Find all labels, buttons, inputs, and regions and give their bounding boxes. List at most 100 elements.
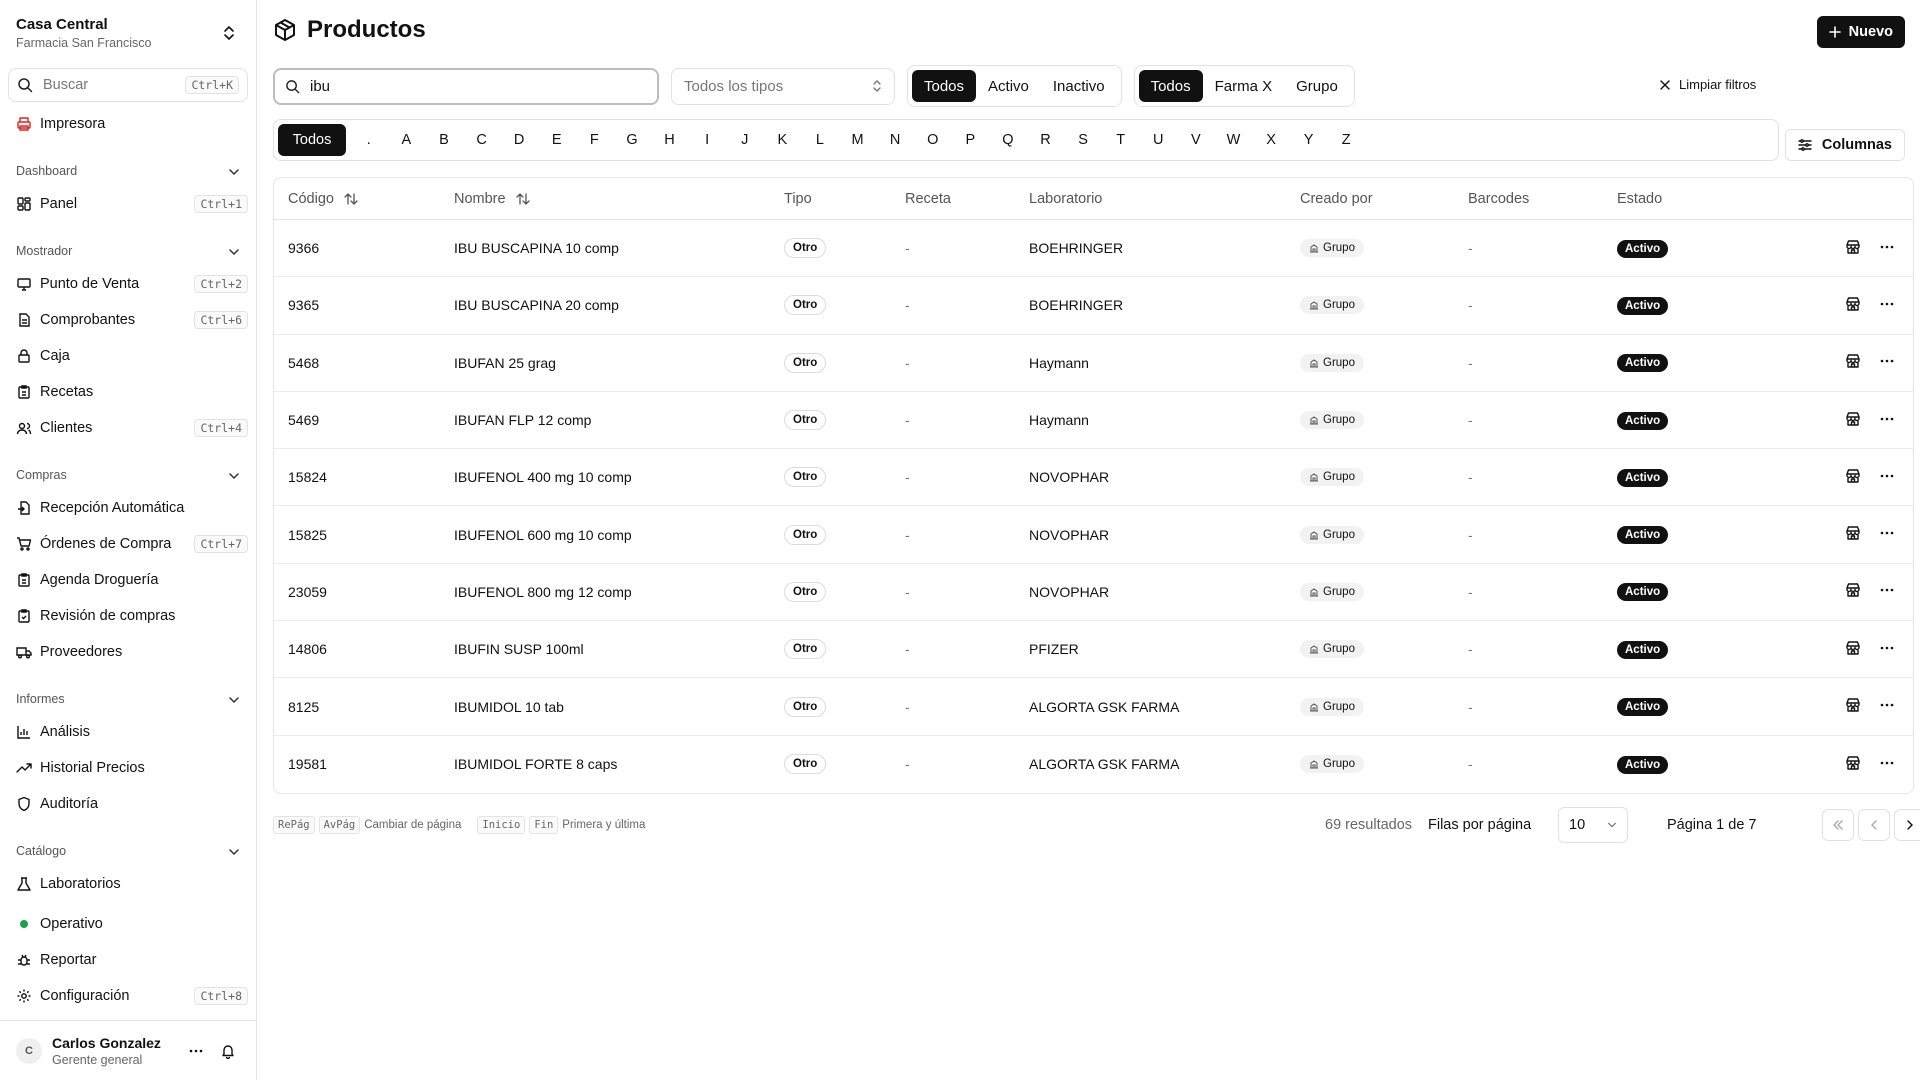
letter-s[interactable]: S	[1064, 124, 1102, 156]
section-catalogo[interactable]: Catálogo	[0, 828, 256, 866]
store-icon[interactable]	[1845, 468, 1861, 487]
letter-r[interactable]: R	[1027, 124, 1065, 156]
clear-filters-button[interactable]: Limpiar filtros	[1660, 77, 1756, 92]
nav-revision-de-compras[interactable]: Revisión de compras	[0, 598, 256, 634]
letter-c[interactable]: C	[463, 124, 501, 156]
store-icon[interactable]	[1845, 525, 1861, 544]
nav-reportar[interactable]: Reportar	[0, 942, 256, 978]
store-icon[interactable]	[1845, 239, 1861, 258]
more-horizontal-icon[interactable]	[1879, 468, 1895, 487]
scope-grupo[interactable]: Grupo	[1284, 70, 1350, 102]
scope-farmax[interactable]: Farma X	[1203, 70, 1285, 102]
letter-j[interactable]: J	[726, 124, 764, 156]
rows-per-page-select[interactable]: 10	[1558, 807, 1628, 843]
status-todos[interactable]: Todos	[912, 70, 977, 102]
letter-p[interactable]: P	[952, 124, 990, 156]
more-horizontal-icon[interactable]	[1879, 296, 1895, 315]
table-row[interactable]: 15825 IBUFENOL 600 mg 10 comp Otro - NOVOPHA…	[274, 506, 1913, 564]
table-row[interactable]: 23059 IBUFENOL 800 mg 12 comp Otro - NOVOPHA…	[274, 564, 1913, 622]
letter-m[interactable]: M	[839, 124, 877, 156]
nav-historial-precios[interactable]: Historial Precios	[0, 750, 256, 786]
table-row[interactable]: 15824 IBUFENOL 400 mg 10 comp Otro - NOVOPHA…	[274, 449, 1913, 507]
letter-i[interactable]: I	[688, 124, 726, 156]
letter-f[interactable]: F	[576, 124, 614, 156]
table-row[interactable]: 19581 IBUMIDOL FORTE 8 caps Otro - ALGORTA G…	[274, 736, 1913, 793]
status-activo[interactable]: Activo	[976, 70, 1041, 102]
more-horizontal-icon[interactable]	[1879, 239, 1895, 258]
letter-z[interactable]: Z	[1327, 124, 1365, 156]
nav-agenda-drogueria[interactable]: Agenda Droguería	[0, 562, 256, 598]
table-row[interactable]: 14806 IBUFIN SUSP 100ml Otro - PFIZER Grupo - A…	[274, 621, 1913, 679]
table-row[interactable]: 9366 IBU BUSCAPINA 10 comp Otro - BOEHRINGER…	[274, 220, 1913, 278]
more-horizontal-icon[interactable]	[1879, 353, 1895, 372]
more-horizontal-icon[interactable]	[1879, 640, 1895, 659]
next-page-button[interactable]	[1894, 809, 1920, 841]
letter-dot[interactable]: .	[350, 124, 388, 156]
type-select[interactable]: Todos los tipos	[671, 67, 895, 105]
columns-button[interactable]: Columnas	[1784, 129, 1905, 161]
scope-todos[interactable]: Todos	[1138, 70, 1203, 102]
nav-comprobantes[interactable]: Comprobantes Ctrl+6	[0, 302, 256, 338]
table-row[interactable]: 8125 IBUMIDOL 10 tab Otro - ALGORTA GSK FARM…	[274, 678, 1913, 736]
nav-recetas[interactable]: Recetas	[0, 374, 256, 410]
letter-x[interactable]: X	[1252, 124, 1290, 156]
nav-punto-de-venta[interactable]: Punto de Venta Ctrl+2	[0, 266, 256, 302]
letter-g[interactable]: G	[613, 124, 651, 156]
section-informes[interactable]: Informes	[0, 676, 256, 714]
nav-auditoria[interactable]: Auditoría	[0, 786, 256, 822]
section-mostrador[interactable]: Mostrador	[0, 228, 256, 266]
prev-page-button[interactable]	[1858, 809, 1890, 841]
letter-h[interactable]: H	[651, 124, 689, 156]
more-horizontal-icon[interactable]	[1879, 411, 1895, 430]
nav-clientes[interactable]: Clientes Ctrl+4	[0, 410, 256, 446]
col-nombre[interactable]: Nombre	[454, 191, 784, 207]
letter-y[interactable]: Y	[1290, 124, 1328, 156]
letter-t[interactable]: T	[1102, 124, 1140, 156]
table-row[interactable]: 9365 IBU BUSCAPINA 20 comp Otro - BOEHRINGER…	[274, 277, 1913, 335]
letter-l[interactable]: L	[801, 124, 839, 156]
chevrons-up-down-icon[interactable]	[222, 24, 236, 42]
nav-laboratorios[interactable]: Laboratorios	[0, 866, 256, 902]
nav-printer[interactable]: Impresora	[0, 106, 256, 142]
nav-operativo[interactable]: Operativo	[0, 906, 256, 942]
store-icon[interactable]	[1845, 582, 1861, 601]
letter-o[interactable]: O	[914, 124, 952, 156]
store-icon[interactable]	[1845, 353, 1861, 372]
bell-icon[interactable]	[216, 1039, 240, 1063]
more-horizontal-icon[interactable]	[1879, 525, 1895, 544]
nav-panel[interactable]: Panel Ctrl+1	[0, 186, 256, 222]
more-horizontal-icon[interactable]	[1879, 582, 1895, 601]
letter-n[interactable]: N	[876, 124, 914, 156]
sidebar-search[interactable]: Buscar Ctrl+K	[8, 68, 248, 102]
nav-analisis[interactable]: Análisis	[0, 714, 256, 750]
table-row[interactable]: 5469 IBUFAN FLP 12 comp Otro - Haymann Grupo -…	[274, 392, 1913, 450]
new-product-button[interactable]: Nuevo	[1816, 16, 1905, 48]
nav-proveedores[interactable]: Proveedores	[0, 634, 256, 670]
store-icon[interactable]	[1845, 296, 1861, 315]
more-horizontal-icon[interactable]	[184, 1039, 208, 1063]
store-icon[interactable]	[1845, 697, 1861, 716]
product-search-input[interactable]: ibu	[273, 67, 659, 105]
letter-q[interactable]: Q	[989, 124, 1027, 156]
status-inactivo[interactable]: Inactivo	[1041, 70, 1117, 102]
user-menu[interactable]: C Carlos Gonzalez Gerente general	[0, 1020, 256, 1080]
letter-todos[interactable]: Todos	[278, 124, 346, 156]
table-row[interactable]: 5468 IBUFAN 25 grag Otro - Haymann Grupo - Acti…	[274, 335, 1913, 392]
letter-v[interactable]: V	[1177, 124, 1215, 156]
store-icon[interactable]	[1845, 755, 1861, 774]
section-compras[interactable]: Compras	[0, 452, 256, 490]
org-switcher[interactable]: Casa Central Farmacia San Francisco	[0, 0, 256, 62]
nav-recepcion-automatica[interactable]: Recepción Automática	[0, 490, 256, 526]
letter-a[interactable]: A	[388, 124, 426, 156]
more-horizontal-icon[interactable]	[1879, 755, 1895, 774]
store-icon[interactable]	[1845, 640, 1861, 659]
nav-configuracion[interactable]: Configuración Ctrl+8	[0, 978, 256, 1014]
letter-k[interactable]: K	[764, 124, 802, 156]
letter-w[interactable]: W	[1215, 124, 1253, 156]
store-icon[interactable]	[1845, 411, 1861, 430]
letter-u[interactable]: U	[1139, 124, 1177, 156]
first-page-button[interactable]	[1822, 809, 1854, 841]
nav-ordenes-de-compra[interactable]: Órdenes de Compra Ctrl+7	[0, 526, 256, 562]
section-dashboard[interactable]: Dashboard	[0, 148, 256, 186]
letter-e[interactable]: E	[538, 124, 576, 156]
